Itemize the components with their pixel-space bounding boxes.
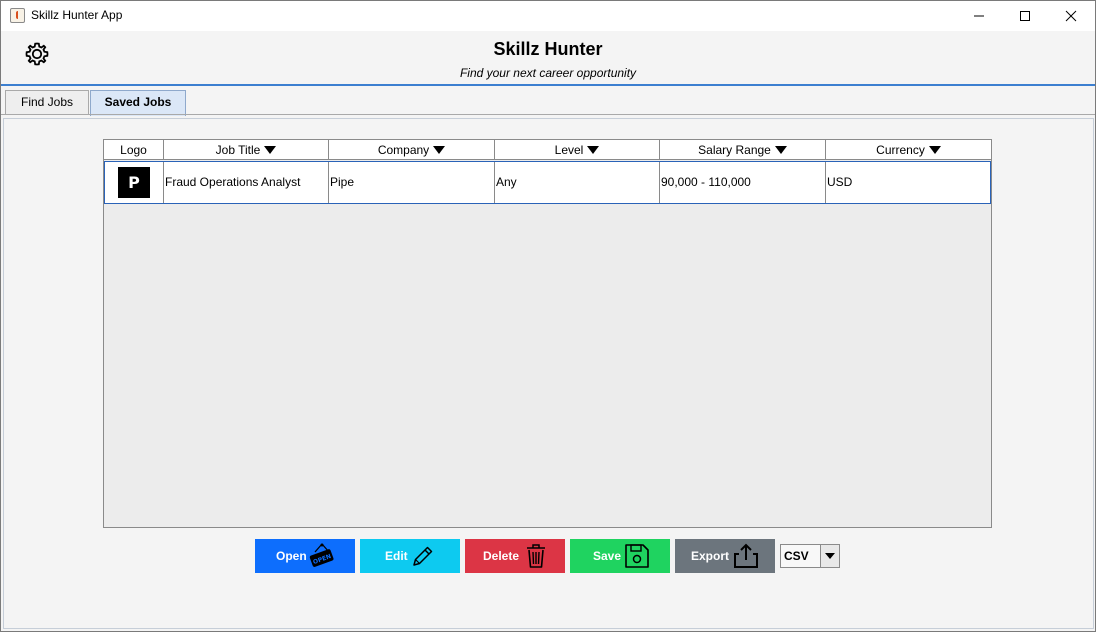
- export-button[interactable]: Export: [675, 539, 775, 573]
- cell-salary-range: 90,000 - 110,000: [660, 162, 826, 203]
- sort-arrow-icon: [774, 146, 787, 154]
- sort-arrow-icon: [433, 146, 446, 154]
- save-button-label: Save: [593, 549, 622, 563]
- sort-arrow-icon: [587, 146, 600, 154]
- close-button[interactable]: [1048, 1, 1094, 31]
- saved-jobs-table: Logo Job Title Company Level Salary Rang…: [103, 139, 992, 528]
- export-format-select[interactable]: CSV: [780, 544, 840, 568]
- app-header: Skillz Hunter Find your next career oppo…: [1, 31, 1095, 86]
- sort-arrow-icon: [928, 146, 941, 154]
- column-header-salary-range[interactable]: Salary Range: [660, 140, 826, 160]
- delete-button[interactable]: Delete: [465, 539, 565, 573]
- trash-icon: [527, 544, 545, 568]
- title-bar: Skillz Hunter App: [1, 1, 1095, 31]
- export-button-label: Export: [691, 549, 730, 563]
- cell-logo: P: [105, 162, 164, 203]
- minimize-icon: [974, 15, 984, 17]
- share-upload-icon: [734, 543, 758, 568]
- minimize-button[interactable]: [956, 1, 1002, 31]
- open-sign-icon: OPEN: [309, 543, 334, 567]
- column-header-level[interactable]: Level: [495, 140, 660, 160]
- maximize-icon: [1020, 11, 1030, 21]
- chevron-down-icon[interactable]: [821, 545, 839, 567]
- save-button[interactable]: Save: [570, 539, 670, 573]
- cell-currency: USD: [827, 175, 853, 189]
- java-app-icon: [10, 8, 25, 23]
- column-header-company[interactable]: Company: [329, 140, 495, 160]
- delete-button-label: Delete: [483, 549, 520, 563]
- edit-button-label: Edit: [385, 549, 408, 563]
- edit-button[interactable]: Edit: [360, 539, 460, 573]
- window-title: Skillz Hunter App: [31, 8, 123, 22]
- close-icon: [1065, 10, 1077, 22]
- tab-bar: Find Jobs Saved Jobs: [1, 88, 1095, 116]
- cell-job-title: Fraud Operations Analyst: [164, 162, 329, 203]
- table-header: Logo Job Title Company Level Salary Rang…: [104, 140, 991, 160]
- cell-company: Pipe: [329, 162, 495, 203]
- tab-divider: [1, 114, 1095, 115]
- table-row[interactable]: P Fraud Operations Analyst Pipe Any 90,0…: [104, 161, 991, 204]
- company-logo: P: [118, 167, 150, 198]
- app-window: Skillz Hunter App Skillz Hunter Find you…: [0, 0, 1096, 632]
- open-button-label: Open: [276, 549, 307, 563]
- sort-arrow-icon: [264, 146, 277, 154]
- maximize-button[interactable]: [1002, 1, 1048, 31]
- column-header-logo[interactable]: Logo: [104, 140, 164, 160]
- pencil-icon: [413, 546, 433, 566]
- tab-find-jobs[interactable]: Find Jobs: [5, 90, 89, 115]
- export-format-value: CSV: [781, 545, 821, 567]
- column-header-job-title[interactable]: Job Title: [164, 140, 329, 160]
- tab-saved-jobs[interactable]: Saved Jobs: [90, 90, 186, 116]
- app-title: Skillz Hunter: [493, 39, 603, 59]
- column-header-currency[interactable]: Currency: [826, 140, 991, 160]
- open-button[interactable]: Open OPEN: [255, 539, 355, 573]
- app-subtitle: Find your next career opportunity: [459, 66, 637, 80]
- cell-level: Any: [495, 162, 660, 203]
- floppy-disk-icon: [625, 544, 649, 568]
